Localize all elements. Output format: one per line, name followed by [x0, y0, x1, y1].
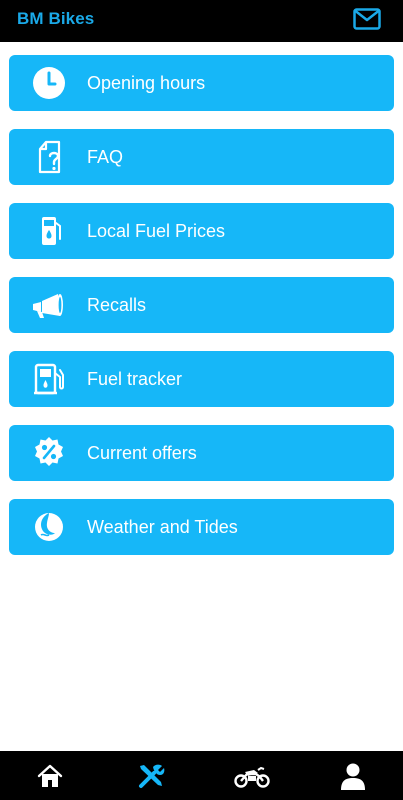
weather-icon [31, 509, 67, 545]
menu-item-faq[interactable]: FAQ [9, 129, 394, 185]
menu-item-label: FAQ [87, 147, 124, 167]
faq-document-icon [31, 139, 67, 175]
nav-tools-button[interactable] [101, 751, 201, 800]
app-title: BM Bikes [17, 9, 95, 28]
bottom-navigation-bar [0, 751, 403, 800]
percent-badge-icon [31, 435, 67, 471]
user-icon [341, 763, 365, 790]
menu-item-current-offers[interactable]: Current offers [9, 425, 394, 481]
mail-icon [353, 8, 381, 30]
motorcycle-icon [234, 766, 270, 788]
menu-item-label: Current offers [87, 443, 197, 463]
home-icon [37, 764, 63, 787]
menu-item-recalls[interactable]: Recalls [9, 277, 394, 333]
menu-item-opening-hours[interactable]: Opening hours [9, 55, 394, 111]
nav-home-button[interactable] [0, 751, 100, 800]
nav-account-button[interactable] [303, 751, 403, 800]
menu-item-label: Fuel tracker [87, 369, 183, 389]
menu-item-local-fuel-prices[interactable]: Local Fuel Prices [9, 203, 394, 259]
tools-icon [139, 764, 165, 788]
megaphone-icon [31, 287, 67, 323]
menu-item-label: Recalls [87, 295, 147, 315]
fuel-station-icon [31, 361, 67, 397]
mail-button[interactable] [353, 8, 381, 30]
menu-item-label: Opening hours [87, 73, 206, 93]
nav-bikes-button[interactable] [202, 751, 302, 800]
menu-item-fuel-tracker[interactable]: Fuel tracker [9, 351, 394, 407]
fuel-pump-icon [31, 213, 67, 249]
menu-item-weather-and-tides[interactable]: Weather and Tides [9, 499, 394, 555]
clock-icon [31, 65, 67, 101]
top-app-bar: BM Bikes [0, 0, 403, 42]
menu-item-label: Weather and Tides [87, 517, 238, 537]
menu-item-label: Local Fuel Prices [87, 221, 226, 241]
